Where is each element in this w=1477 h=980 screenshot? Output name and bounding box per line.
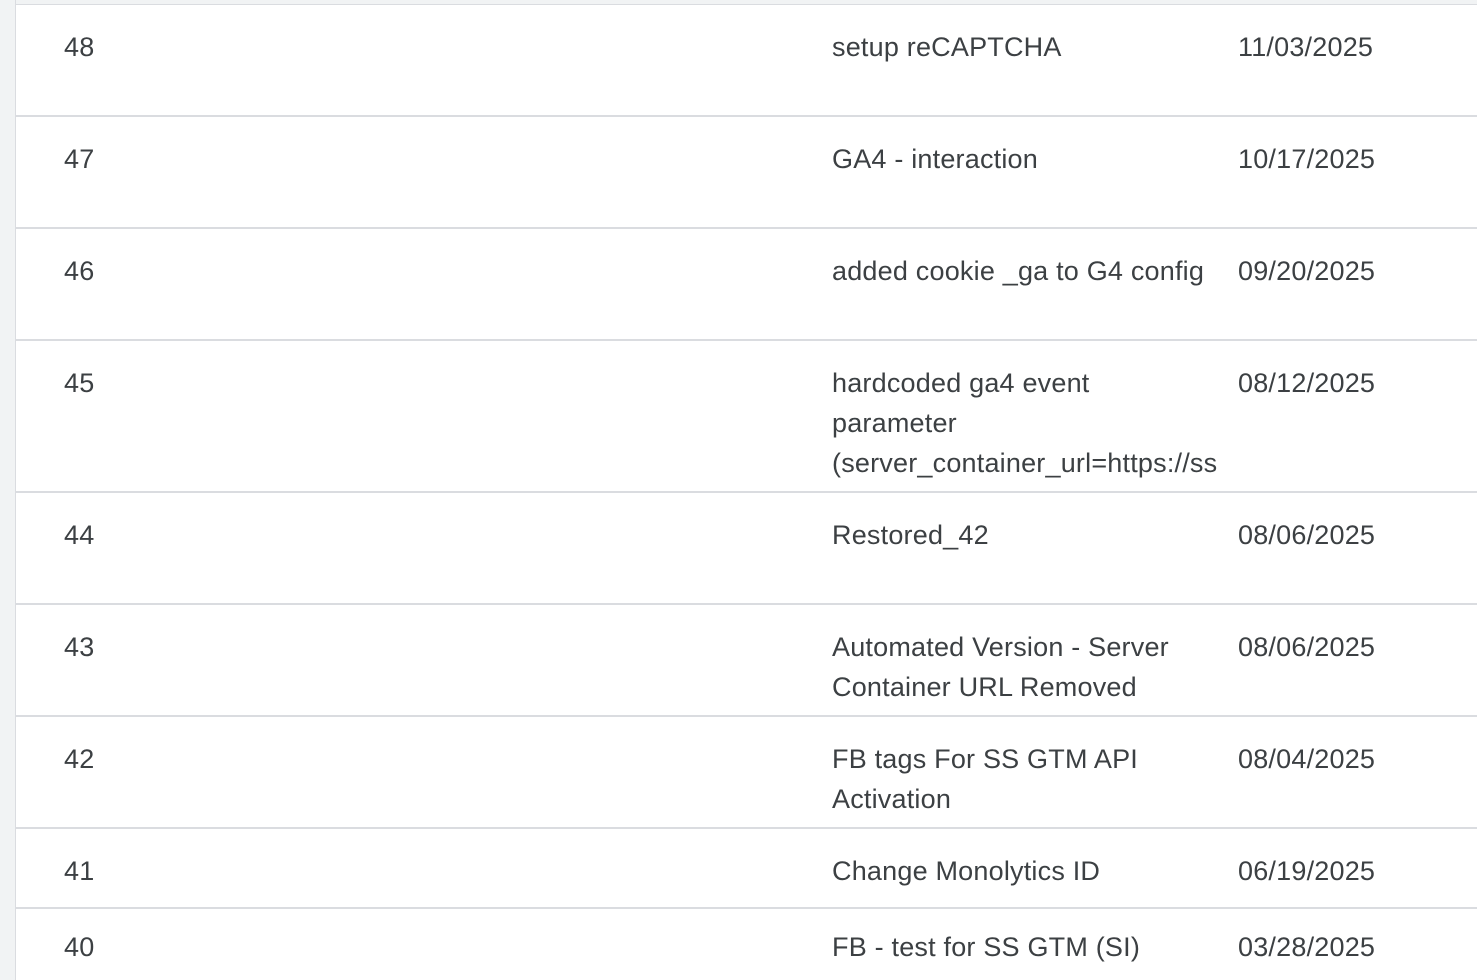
version-name: setup reCAPTCHA (832, 27, 1236, 67)
table-row[interactable]: 42 FB tags For SS GTM API Activation 08/… (16, 717, 1477, 829)
version-name: hardcoded ga4 event parameter (server_co… (832, 363, 1236, 483)
versions-table: 48 setup reCAPTCHA 11/03/2025 47 GA4 - i… (16, 4, 1477, 980)
version-date: 03/28/2025 (1238, 932, 1376, 962)
version-name-line: Restored_42 (832, 520, 989, 550)
table-row[interactable]: 44 Restored_42 08/06/2025 (16, 493, 1477, 605)
left-gutter (0, 0, 16, 980)
version-date: 11/03/2025 (1238, 32, 1374, 62)
version-name-line: hardcoded ga4 event (832, 368, 1090, 398)
table-row[interactable]: 40 FB - test for SS GTM (SI) 03/28/2025 (16, 909, 1477, 980)
version-number: 45 (64, 368, 95, 398)
version-name-line: Container URL Removed (832, 672, 1137, 702)
version-number: 48 (64, 32, 95, 62)
version-name-line: FB tags For SS GTM API (832, 744, 1138, 774)
table-row[interactable]: 45 hardcoded ga4 event parameter (server… (16, 341, 1477, 493)
version-name-line: Change Monolytics ID (832, 856, 1101, 886)
version-number: 44 (64, 520, 95, 550)
version-list-page: 48 setup reCAPTCHA 11/03/2025 47 GA4 - i… (0, 0, 1477, 980)
version-date: 08/12/2025 (1238, 368, 1376, 398)
version-number: 40 (64, 932, 95, 962)
version-name-line: parameter (832, 408, 957, 438)
version-number: 43 (64, 632, 95, 662)
version-name: GA4 - interaction (832, 139, 1236, 179)
version-date: 08/06/2025 (1238, 520, 1376, 550)
version-name-line: added cookie _ga to G4 config (832, 256, 1205, 286)
version-name: Change Monolytics ID (832, 851, 1236, 891)
version-date: 08/04/2025 (1238, 744, 1376, 774)
version-number: 42 (64, 744, 95, 774)
version-name: Restored_42 (832, 515, 1236, 555)
table-row[interactable]: 46 added cookie _ga to G4 config 09/20/2… (16, 229, 1477, 341)
version-name: FB tags For SS GTM API Activation (832, 739, 1236, 819)
version-name-line: Automated Version - Server (832, 632, 1169, 662)
table-row[interactable]: 48 setup reCAPTCHA 11/03/2025 (16, 5, 1477, 117)
table-row[interactable]: 41 Change Monolytics ID 06/19/2025 (16, 829, 1477, 909)
version-name-line: Activation (832, 784, 952, 814)
table-row[interactable]: 47 GA4 - interaction 10/17/2025 (16, 117, 1477, 229)
version-name: Automated Version - Server Container URL… (832, 627, 1236, 707)
version-date: 08/06/2025 (1238, 632, 1376, 662)
version-date: 10/17/2025 (1238, 144, 1376, 174)
version-number: 47 (64, 144, 95, 174)
version-name: added cookie _ga to G4 config (832, 251, 1236, 291)
version-date: 09/20/2025 (1238, 256, 1376, 286)
version-number: 41 (64, 856, 95, 886)
version-name-line: setup reCAPTCHA (832, 32, 1062, 62)
version-name-line: (server_container_url=https://ss (832, 448, 1218, 478)
version-number: 46 (64, 256, 95, 286)
version-name-line: GA4 - interaction (832, 144, 1038, 174)
version-date: 06/19/2025 (1238, 856, 1376, 886)
version-name: FB - test for SS GTM (SI) (832, 927, 1236, 967)
version-name-line: FB - test for SS GTM (SI) (832, 932, 1141, 962)
table-row[interactable]: 43 Automated Version - Server Container … (16, 605, 1477, 717)
